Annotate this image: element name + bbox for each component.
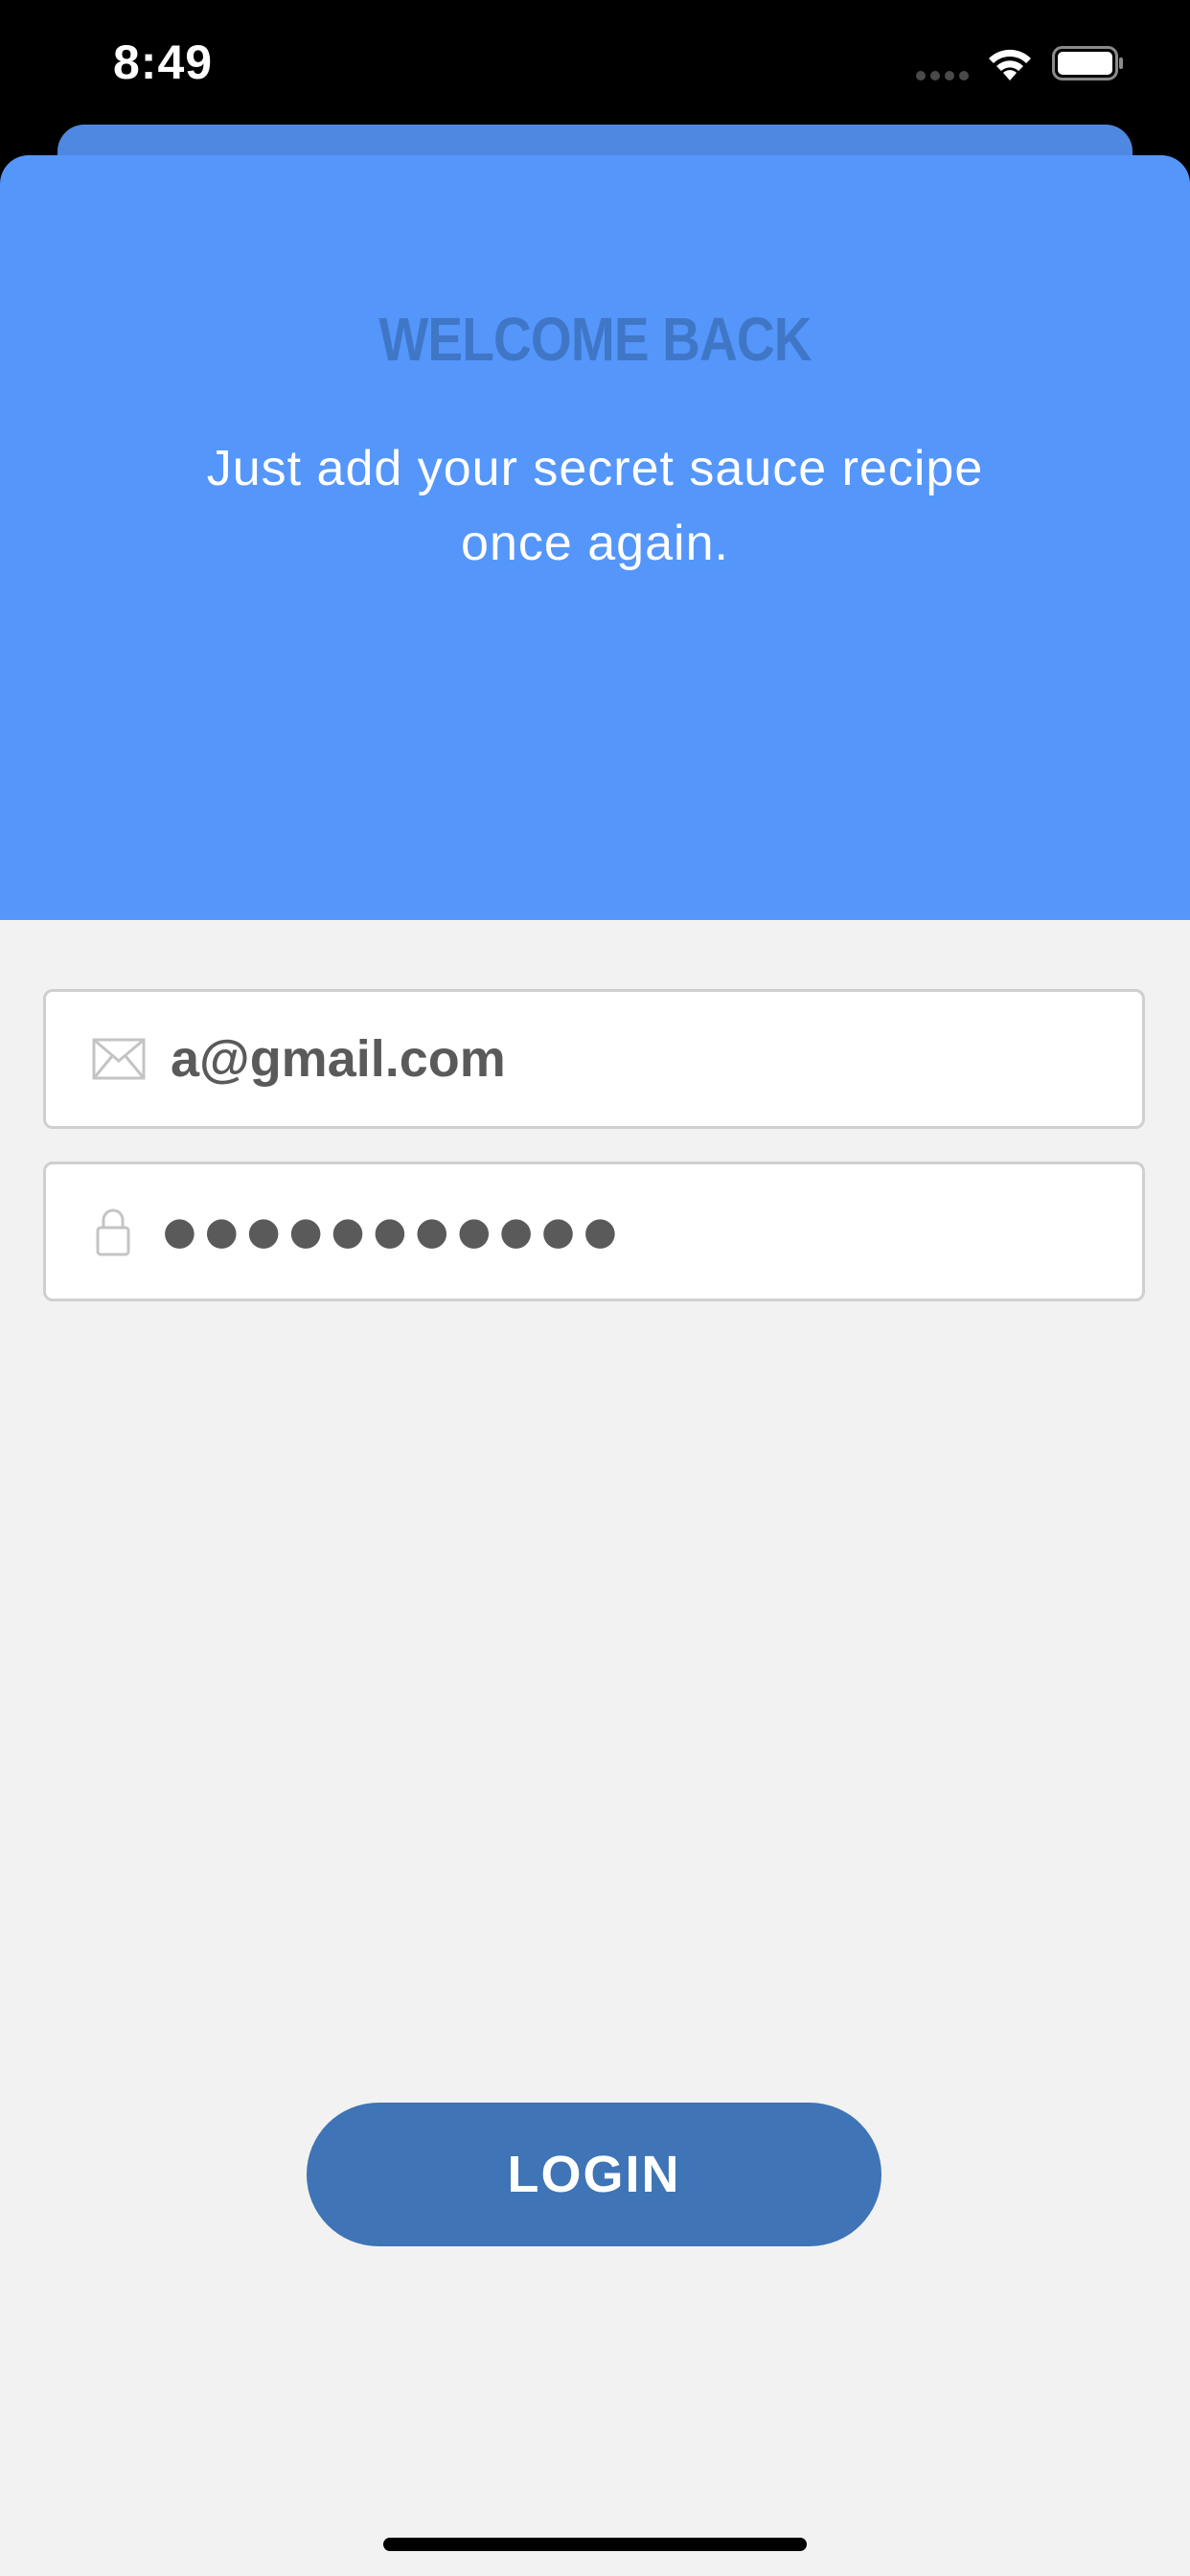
password-input[interactable] <box>163 1164 1102 1299</box>
wifi-icon <box>989 49 1031 80</box>
page-subtitle: Just add your secret sauce recipe once a… <box>206 441 984 571</box>
status-bar: 8:49 <box>0 0 1190 134</box>
login-form-area: a@gmail.com LOGIN <box>0 920 1190 2576</box>
home-indicator[interactable] <box>383 2538 807 2551</box>
cellular-signal-icon <box>916 71 969 80</box>
envelope-icon <box>92 1038 146 1080</box>
lock-icon <box>96 1208 130 1256</box>
password-field[interactable] <box>43 1162 1145 1301</box>
status-time: 8:49 <box>113 35 214 89</box>
welcome-header: WELCOME BACK Just add your secret sauce … <box>0 155 1190 920</box>
email-value[interactable]: a@gmail.com <box>171 992 506 1126</box>
page-title: WELCOME BACK <box>378 305 812 374</box>
email-field[interactable]: a@gmail.com <box>43 989 1145 1129</box>
battery-icon <box>1052 46 1123 80</box>
login-button[interactable]: LOGIN <box>307 2103 881 2246</box>
